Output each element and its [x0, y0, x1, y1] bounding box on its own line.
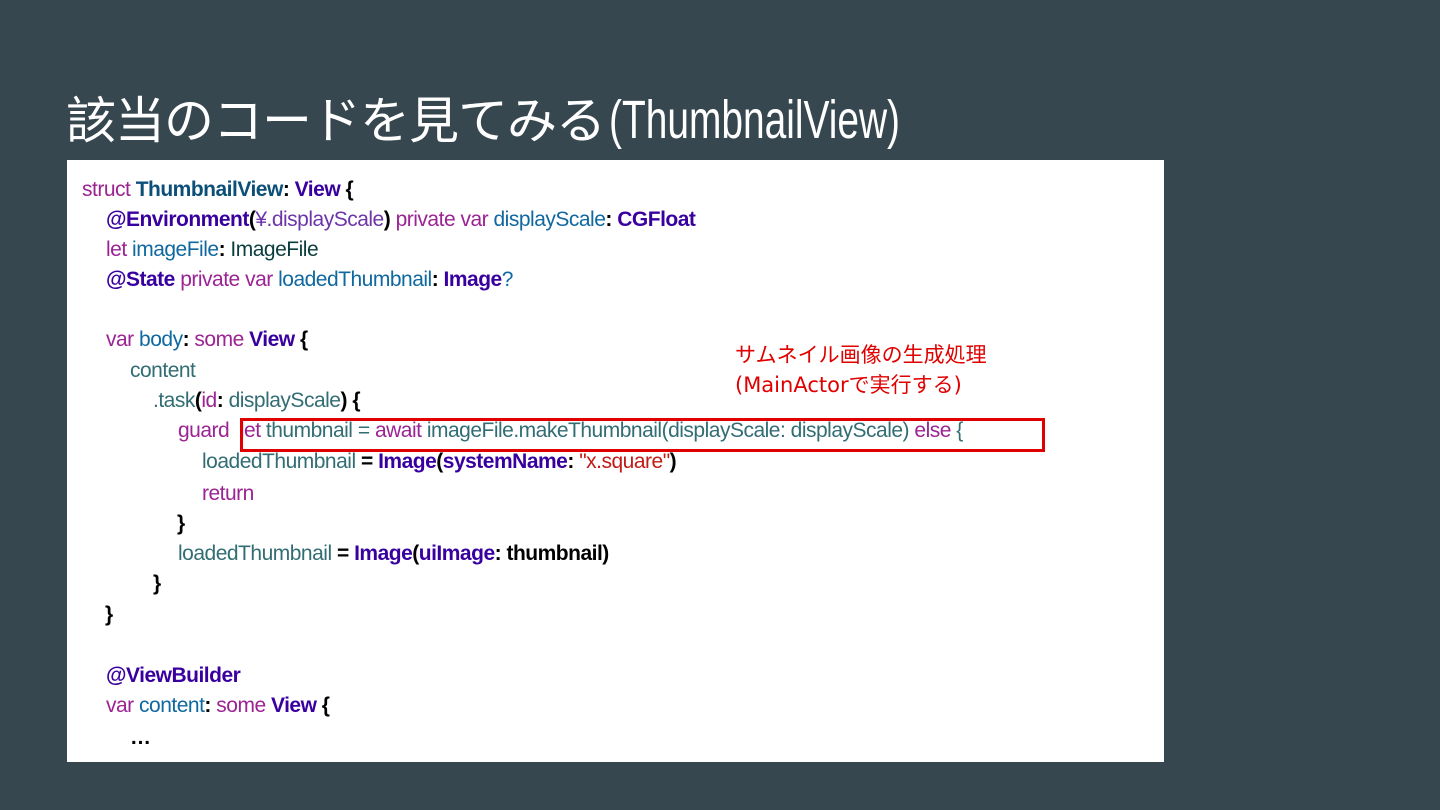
code-token: @ViewBuilder	[106, 664, 241, 687]
code-line-5: var body: some View {	[106, 325, 308, 355]
code-line-12: loadedThumbnail = Image(uiImage: thumbna…	[178, 539, 609, 569]
code-token: CGFloat	[617, 208, 696, 231]
code-token: ImageFile	[230, 238, 319, 261]
code-token: private	[180, 268, 240, 291]
code-token: imageFile	[132, 238, 219, 261]
code-token: :	[216, 389, 224, 412]
code-token: :	[282, 178, 290, 201]
code-token: }	[153, 572, 161, 595]
code-line-16: var content: some View {	[106, 691, 330, 721]
code-token: ¥.displayScale	[255, 208, 384, 231]
code-block: struct ThumbnailView: View { @Environmen…	[67, 160, 1164, 762]
code-line-10: return	[202, 479, 254, 509]
code-token: guard	[178, 419, 230, 442]
code-token: loadedThumbnail	[178, 542, 332, 565]
code-line-17: …	[130, 723, 151, 753]
code-token: …	[130, 726, 151, 749]
highlight-box	[240, 418, 1045, 452]
code-token: displayScale	[228, 389, 341, 412]
code-token: struct	[82, 178, 131, 201]
code-token: let	[106, 238, 127, 261]
code-token: loadedThumbnail	[202, 450, 356, 473]
code-token: return	[202, 482, 254, 505]
annotation-line-1: サムネイル画像の生成処理	[735, 343, 987, 367]
code-token: loadedThumbnail	[278, 268, 432, 291]
code-line-2: @Environment(¥.displayScale) private var…	[106, 205, 696, 235]
code-token: {	[299, 328, 308, 351]
code-token: }	[105, 603, 113, 626]
code-token: content	[130, 359, 196, 382]
slide-title-english: (ThumbnailView)	[609, 90, 900, 150]
code-token: :	[218, 238, 226, 261]
code-token: =	[360, 450, 373, 473]
code-token: :	[494, 542, 502, 565]
code-line-11: }	[177, 509, 185, 539]
code-token: some	[216, 694, 266, 717]
code-line-15: @ViewBuilder	[106, 661, 241, 691]
code-token: )	[340, 389, 347, 412]
code-token: :	[204, 694, 211, 717]
code-token: {	[352, 389, 360, 412]
code-line-14: }	[105, 600, 113, 630]
slide-title: 該当のコードを見てみる(ThumbnailView)	[66, 80, 1013, 160]
code-token: ThumbnailView	[135, 178, 284, 201]
code-token: :	[567, 450, 574, 473]
code-token: {	[345, 178, 354, 201]
code-token: Image	[378, 450, 437, 473]
annotation: サムネイル画像の生成処理 (MainActorで実行する)	[735, 340, 987, 400]
code-token: :	[431, 268, 439, 291]
code-token: =	[336, 542, 349, 565]
code-token: )	[602, 542, 609, 565]
code-token: "x.square"	[579, 450, 670, 473]
code-token: some	[194, 328, 244, 351]
code-token: )	[383, 208, 391, 231]
code-token: var	[245, 268, 273, 291]
code-token: ?	[501, 268, 514, 291]
code-token: var	[460, 208, 489, 231]
code-token: uiImage	[418, 542, 495, 565]
code-token: @State	[106, 268, 175, 291]
code-token: @Environment	[106, 208, 249, 231]
code-line-13: }	[153, 569, 161, 599]
code-token: systemName	[442, 450, 568, 473]
code-line-6: content	[130, 356, 196, 386]
code-token: }	[177, 512, 185, 535]
code-token: {	[321, 694, 330, 717]
code-token: )	[669, 450, 677, 473]
code-line-4: @State private var loadedThumbnail: Imag…	[106, 265, 513, 295]
code-token: body	[139, 328, 183, 351]
code-token: private	[395, 208, 456, 231]
code-line-7: .task(id: displayScale) {	[153, 386, 360, 416]
code-line-3: let imageFile: ImageFile	[106, 235, 319, 265]
annotation-line-2: (MainActorで実行する)	[735, 373, 962, 397]
code-token: Image	[443, 268, 503, 291]
code-token: View	[249, 328, 295, 351]
code-token: .task	[153, 389, 195, 412]
code-token: :	[605, 208, 612, 231]
slide-title-japanese: 該当のコードを見てみる	[66, 92, 606, 150]
code-line-1: struct ThumbnailView: View {	[82, 175, 354, 205]
code-token: displayScale	[493, 208, 606, 231]
code-token: :	[182, 328, 190, 351]
code-token: var	[106, 694, 134, 717]
code-token: id	[201, 389, 217, 412]
code-token: content	[139, 694, 205, 717]
code-token: var	[106, 328, 134, 351]
code-token: View	[294, 178, 341, 201]
code-token: View	[270, 694, 317, 717]
code-token: Image	[354, 542, 413, 565]
code-token: thumbnail	[506, 542, 603, 565]
